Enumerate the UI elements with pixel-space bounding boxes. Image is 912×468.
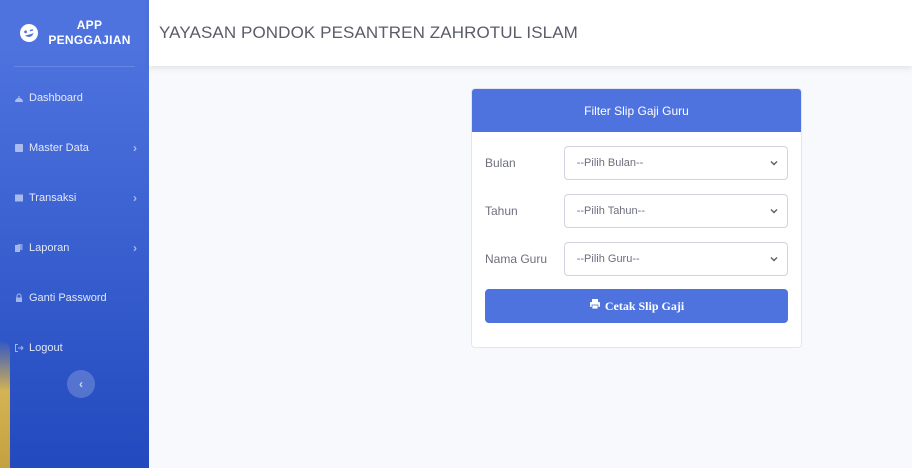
table-icon [14,193,24,203]
sidebar: APP PENGGAJIAN Dashboard Master Data › T… [0,0,149,468]
sidebar-item-label: Transaksi [29,192,77,204]
sidebar-item-label: Dashboard [29,92,83,104]
select-value: --Pilih Guru-- [576,253,640,265]
sidebar-item-transaksi[interactable]: Transaksi › [0,173,149,223]
field-label: Tahun [485,204,518,218]
chevron-right-icon: › [133,141,137,155]
card-header: Filter Slip Gaji Guru [472,89,801,132]
database-icon [14,143,24,153]
sign-out-icon [14,343,24,353]
sidebar-divider [14,66,135,67]
sidebar-item-label: Logout [29,342,63,354]
sidebar-brand[interactable]: APP PENGGAJIAN [0,0,149,66]
field-label: Bulan [485,156,516,170]
print-button-label: Cetak Slip Gaji [604,298,685,313]
brand-title: APP PENGGAJIAN [48,18,130,48]
sidebar-toggle-button[interactable]: ‹ [67,370,95,398]
form-row-bulan: Bulan --Pilih Bulan-- [472,146,801,180]
chevron-down-icon [769,206,779,216]
sidebar-item-label: Laporan [29,242,70,254]
form-row-nama-guru: Nama Guru --Pilih Guru-- [472,242,801,276]
select-value: --Pilih Bulan-- [576,157,644,169]
guru-select[interactable]: --Pilih Guru-- [563,242,788,276]
chevron-right-icon: › [133,241,137,255]
page-title: YAYASAN PONDOK PESANTREN ZAHROTUL ISLAM [159,23,578,42]
sidebar-item-master-data[interactable]: Master Data › [0,123,149,173]
brand-line-1: APP [76,18,103,32]
lock-icon [14,293,24,303]
sidebar-item-label: Ganti Password [29,292,107,304]
sidebar-item-logout[interactable]: Logout [0,323,149,373]
edge-decoration [0,340,10,468]
chevron-down-icon [769,254,779,264]
brand-line-2: PENGGAJIAN [48,33,131,47]
print-slip-button[interactable]: Cetak Slip Gaji [485,289,788,323]
filter-card: Filter Slip Gaji Guru Bulan --Pilih Bula… [471,88,802,348]
topbar: YAYASAN PONDOK PESANTREN ZAHROTUL ISLAM [149,0,912,66]
sidebar-item-ganti-password[interactable]: Ganti Password [0,273,149,323]
card-title: Filter Slip Gaji Guru [584,103,689,118]
form-row-tahun: Tahun --Pilih Tahun-- [472,194,801,228]
dashboard-icon [14,93,24,103]
tahun-select[interactable]: --Pilih Tahun-- [563,194,788,228]
laugh-wink-icon [16,20,43,47]
chevron-right-icon: › [133,191,137,205]
sidebar-item-dashboard[interactable]: Dashboard [0,73,149,123]
sidebar-item-label: Master Data [29,142,89,154]
sidebar-item-laporan[interactable]: Laporan › [0,223,149,273]
copy-icon [14,243,24,253]
field-label: Nama Guru [485,252,548,266]
chevron-down-icon [769,158,779,168]
print-icon [589,298,601,314]
bulan-select[interactable]: --Pilih Bulan-- [563,146,788,180]
select-value: --Pilih Tahun-- [576,205,645,217]
chevron-left-icon: ‹ [79,377,83,391]
